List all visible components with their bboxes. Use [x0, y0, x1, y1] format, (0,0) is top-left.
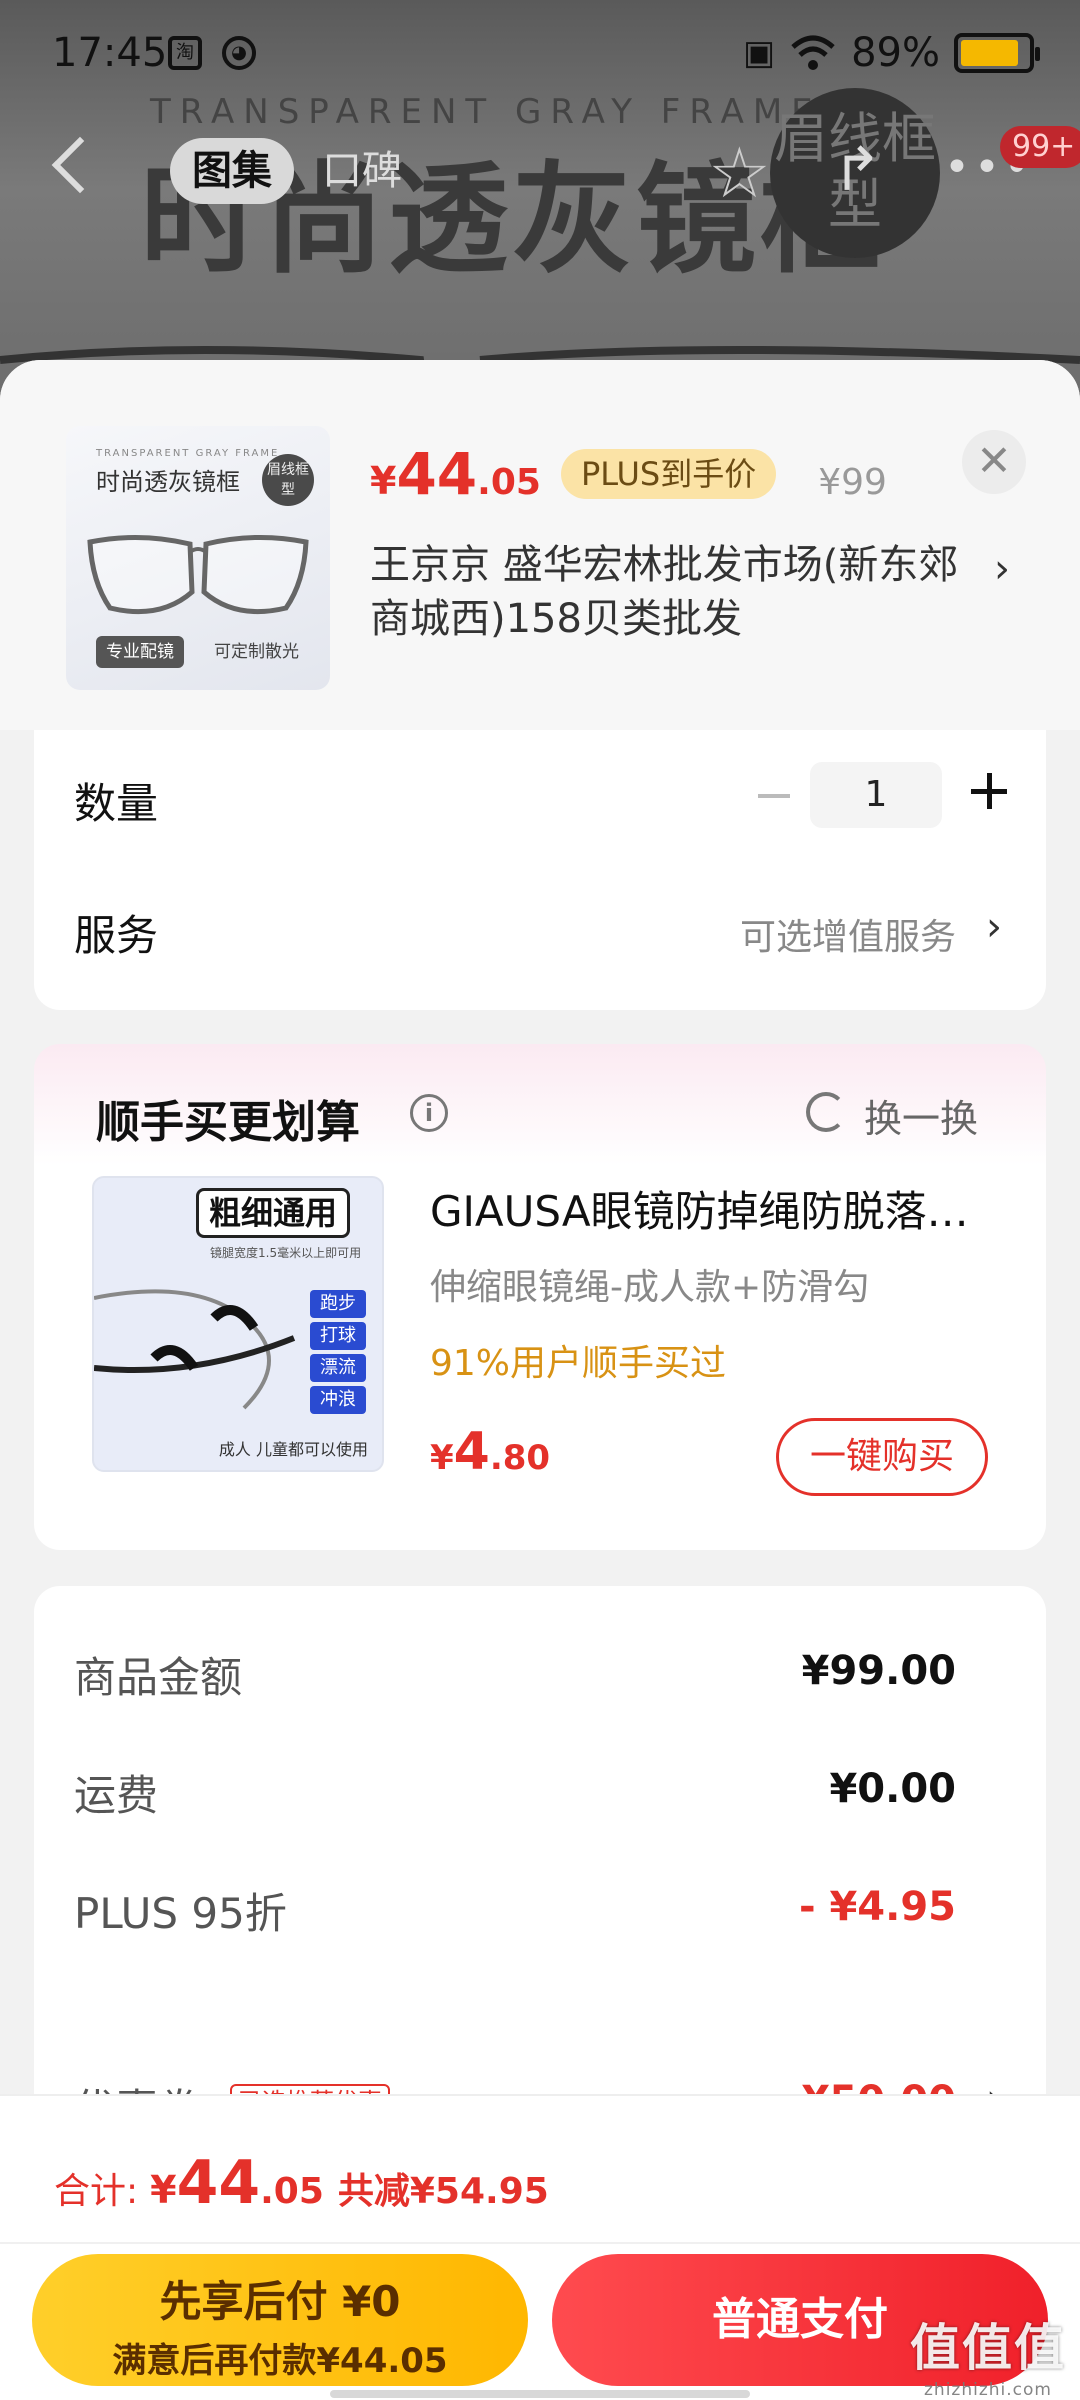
original-price: ¥99: [818, 462, 887, 503]
info-icon[interactable]: i: [410, 1094, 448, 1132]
product-thumbnail[interactable]: TRANSPARENT GRAY FRAME 时尚透灰镜框 眉线框型 专业配镜 …: [66, 426, 330, 690]
notification-badge: 99+: [1000, 126, 1080, 168]
rec-image-tag: 跑步: [310, 1290, 366, 1318]
chevron-right-icon[interactable]: ›: [994, 546, 1010, 592]
tab-reviews[interactable]: 口碑: [322, 138, 402, 204]
home-indicator[interactable]: [330, 2390, 750, 2398]
thumb-tag: 专业配镜: [96, 636, 184, 668]
recommend-hint: 91%用户顺手买过: [430, 1343, 727, 1384]
service-label: 服务: [74, 911, 159, 960]
glasses-icon: [87, 534, 309, 615]
tab-gallery[interactable]: 图集: [170, 138, 294, 204]
plus-discount-label: PLUS 95折: [74, 1889, 287, 1938]
status-right: ▣ 89%: [742, 30, 1040, 76]
total-amount: 合计: ¥44.05 共减¥54.95: [54, 2148, 549, 2218]
wifi-icon: [791, 35, 835, 70]
thumb-tag: 可定制散光: [214, 642, 299, 662]
service-value[interactable]: 可选增值服务: [740, 908, 956, 960]
recommend-product-spec: 伸缩眼镜绳-成人款+防滑勾: [430, 1267, 870, 1308]
thumb-eng-title: TRANSPARENT GRAY FRAME: [96, 448, 280, 459]
quantity-minus-button[interactable]: [748, 770, 798, 820]
thumb-badge: 眉线框型: [262, 454, 314, 506]
status-time: 17:45: [52, 30, 168, 76]
battery-percent: 89%: [851, 30, 940, 76]
background-product-page: 17:45 淘 ◕ ▣ 89% TRANSPARENT GRAY FRAME 时…: [0, 0, 1080, 420]
price-row: ¥44.05 PLUS到手价 ¥99: [370, 440, 887, 508]
chevron-right-icon[interactable]: ›: [986, 904, 1002, 950]
quantity-input[interactable]: 1: [810, 762, 942, 828]
sim-icon: ▣: [742, 33, 776, 73]
refresh-button[interactable]: 换一换: [864, 1088, 978, 1143]
shop-name[interactable]: 王京京 盛华宏林批发市场(新东郊商城西)158贝类批发: [370, 538, 970, 646]
recommend-product-name[interactable]: GIAUSA眼镜防掉绳防脱落眼镜带: [430, 1178, 990, 1239]
rec-image-tag: 冲浪: [310, 1386, 366, 1414]
recommend-price: ¥4.80: [430, 1422, 551, 1482]
recommend-card: 顺手买更划算 i 换一换 粗细通用 镜腿宽度1.5毫米以上即可用 跑步 打球 漂…: [34, 1044, 1046, 1550]
quantity-service-card: 数量 1 服务 可选增值服务 ›: [34, 730, 1046, 1010]
rec-image-title: 粗细通用: [196, 1188, 351, 1238]
plus-price-tag: PLUS到手价: [560, 449, 777, 499]
pay-later-line1: 先享后付 ¥0: [159, 2277, 401, 2326]
divider: [0, 2242, 1080, 2244]
status-bar: 17:45 淘 ◕ ▣ 89%: [0, 0, 1080, 100]
close-button[interactable]: ✕: [962, 430, 1026, 494]
rec-image-tag: 漂流: [310, 1354, 366, 1382]
refresh-icon[interactable]: [806, 1092, 846, 1132]
shipping-label: 运费: [74, 1771, 159, 1820]
total-reduction: 共减¥54.95: [337, 2171, 549, 2212]
taobao-icon: 淘: [168, 36, 202, 70]
rec-image-tag: 打球: [310, 1322, 366, 1350]
pay-later-button[interactable]: 先享后付 ¥0 满意后再付款¥44.05: [32, 2254, 528, 2386]
battery-icon: [954, 33, 1040, 73]
thumb-title: 时尚透灰镜框: [96, 468, 240, 496]
watermark: 值值值 zhizhizhi.com: [910, 2319, 1066, 2400]
recommend-product-image[interactable]: 粗细通用 镜腿宽度1.5毫米以上即可用 跑步 打球 漂流 冲浪 成人 儿童都可以…: [92, 1176, 384, 1472]
total-label: 合计:: [54, 2171, 139, 2212]
qq-icon: ◕: [222, 36, 256, 70]
back-icon[interactable]: [51, 136, 109, 194]
quantity-plus-button[interactable]: [964, 766, 1014, 816]
shipping-value: ¥0.00: [829, 1766, 956, 1812]
rec-image-foot: 成人 儿童都可以使用: [218, 1440, 368, 1459]
goods-amount-value: ¥99.00: [801, 1648, 956, 1694]
quantity-label: 数量: [74, 779, 159, 828]
one-click-buy-button[interactable]: 一键购买: [776, 1418, 988, 1496]
pay-later-line2: 满意后再付款¥44.05: [112, 2341, 448, 2381]
recommend-title: 顺手买更划算: [96, 1097, 360, 1148]
share-icon[interactable]: ↱: [832, 140, 882, 200]
favorite-star-icon[interactable]: ☆: [708, 138, 771, 208]
goods-amount-label: 商品金额: [74, 1653, 243, 1702]
current-price: ¥44.05: [370, 440, 541, 508]
plus-discount-value: - ¥4.95: [798, 1884, 956, 1930]
product-header: TRANSPARENT GRAY FRAME 时尚透灰镜框 眉线框型 专业配镜 …: [0, 360, 1080, 730]
